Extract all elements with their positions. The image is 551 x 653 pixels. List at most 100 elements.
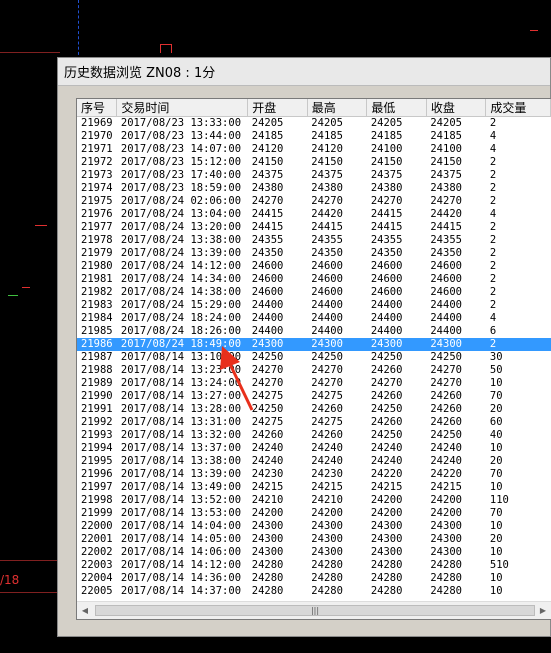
- scroll-left-icon[interactable]: ◀: [80, 606, 90, 616]
- cell-index: 22005: [81, 585, 113, 597]
- cell-open: 24300: [247, 338, 308, 351]
- table-row[interactable]: 21989 2017/08/14 13:24:00 24270 24270 24270 2…: [77, 377, 551, 390]
- table-row[interactable]: 21974 2017/08/23 18:59:00 24380 24380 24380 2…: [77, 182, 551, 195]
- table-row[interactable]: 21991 2017/08/14 13:28:00 24250 24260 24250 2…: [77, 403, 551, 416]
- chart-grid-line: [0, 560, 57, 561]
- cell-close: 24380: [430, 182, 462, 194]
- cell-open: 24250: [251, 351, 284, 363]
- table-row[interactable]: 21975 2017/08/24 02:06:00 24270 24270 24270 2…: [77, 195, 551, 208]
- scroll-right-icon[interactable]: ▶: [538, 606, 548, 616]
- cell-low: 24400: [370, 325, 403, 337]
- cell-high: 24270: [311, 364, 343, 376]
- table-row[interactable]: 21976 2017/08/24 13:04:00 24415 24420 24415 2…: [77, 208, 551, 221]
- table-row[interactable]: 21983 2017/08/24 15:29:00 24400 24400 24400 2…: [77, 299, 551, 312]
- cell-close: 24270: [430, 364, 462, 376]
- table-row[interactable]: 21969 2017/08/23 13:33:00 24205 24205 24205 2…: [77, 117, 551, 131]
- cell-index: 21990: [81, 390, 113, 402]
- table-row[interactable]: 21985 2017/08/24 18:26:00 24400 24400 24400 2…: [77, 325, 551, 338]
- cell-low: 24600: [370, 273, 403, 285]
- table-row[interactable]: 22000 2017/08/14 14:04:00 24300 24300 24300 2…: [77, 520, 551, 533]
- column-header-high[interactable]: 最高: [307, 99, 368, 117]
- table-row[interactable]: 22004 2017/08/14 14:36:00 24280 24280 24280 2…: [77, 572, 551, 585]
- cell-low: 24300: [366, 338, 427, 351]
- table-row[interactable]: 21998 2017/08/14 13:52:00 24210 24210 24200 2…: [77, 494, 551, 507]
- table-row[interactable]: 22005 2017/08/14 14:37:00 24280 24280 24280 2…: [77, 585, 551, 598]
- table-row[interactable]: 21994 2017/08/14 13:37:00 24240 24240 24240 2…: [77, 442, 551, 455]
- cell-low: 24280: [370, 559, 403, 571]
- table-row[interactable]: 21982 2017/08/24 14:38:00 24600 24600 24600 2…: [77, 286, 551, 299]
- table-row[interactable]: 21977 2017/08/24 13:20:00 24415 24415 24415 2…: [77, 221, 551, 234]
- cell-low: 24150: [370, 156, 403, 168]
- cell-time: 2017/08/14 13:23:00: [120, 364, 242, 376]
- cell-volume: 30: [489, 351, 503, 363]
- table-row[interactable]: 21996 2017/08/14 13:39:00 24230 24230 24220 2…: [77, 468, 551, 481]
- table-row[interactable]: 21988 2017/08/14 13:23:00 24270 24270 24260 2…: [77, 364, 551, 377]
- table-row[interactable]: 22003 2017/08/14 14:12:00 24280 24280 24280 2…: [77, 559, 551, 572]
- table-row[interactable]: 21981 2017/08/24 14:34:00 24600 24600 24600 2…: [77, 273, 551, 286]
- cell-open: 24380: [251, 182, 284, 194]
- column-header-low[interactable]: 最低: [366, 99, 427, 117]
- cell-open: 24400: [251, 325, 284, 337]
- table-row[interactable]: 21971 2017/08/23 14:07:00 24120 24120 24100 2…: [77, 143, 551, 156]
- cell-time: 2017/08/24 13:20:00: [120, 221, 242, 233]
- cell-close: 24240: [430, 455, 462, 467]
- table-row[interactable]: 21979 2017/08/24 13:39:00 24350 24350 24350 2…: [77, 247, 551, 260]
- cell-volume: 70: [489, 468, 503, 480]
- cell-close: 24400: [430, 299, 462, 311]
- table-row[interactable]: 21970 2017/08/23 13:44:00 24185 24185 24185 2…: [77, 130, 551, 143]
- scrollbar-thumb[interactable]: |||: [95, 605, 535, 616]
- cell-high: 24355: [311, 234, 343, 246]
- cell-high: 24240: [311, 442, 343, 454]
- cell-index: 21971: [81, 143, 113, 155]
- table-row[interactable]: 21973 2017/08/23 17:40:00 24375 24375 24375 2…: [77, 169, 551, 182]
- cell-low: 24270: [370, 195, 403, 207]
- table-row[interactable]: 21990 2017/08/14 13:27:00 24275 24275 24260 2…: [77, 390, 551, 403]
- table-row[interactable]: 21972 2017/08/23 15:12:00 24150 24150 24150 2…: [77, 156, 551, 169]
- history-data-window[interactable]: 历史数据浏览 ZN08 : 1分 序号 交易时间 开盘 最高 最低 收盘 成交量…: [57, 57, 551, 637]
- table-row[interactable]: 21995 2017/08/14 13:38:00 24240 24240 24240 2…: [77, 455, 551, 468]
- cell-open: 24270: [251, 377, 284, 389]
- table-row[interactable]: 21986 2017/08/24 18:49:00 24300 24300 24300 2…: [77, 338, 551, 351]
- cell-low: 24100: [370, 143, 403, 155]
- cell-open: 24400: [251, 312, 284, 324]
- cell-volume: 2: [489, 156, 497, 168]
- cell-volume: 4: [489, 208, 497, 220]
- column-header-close[interactable]: 收盘: [426, 99, 487, 117]
- horizontal-scrollbar[interactable]: ◀ ||| ▶: [77, 601, 551, 619]
- cell-close: 24200: [430, 494, 462, 506]
- cell-time: 2017/08/14 14:04:00: [120, 520, 242, 532]
- table-row[interactable]: 21993 2017/08/14 13:32:00 24260 24260 24250 2…: [77, 429, 551, 442]
- cell-time: 2017/08/23 13:44:00: [120, 130, 242, 142]
- column-header-open[interactable]: 开盘: [247, 99, 308, 117]
- cell-close: 24205: [430, 117, 462, 129]
- cell-volume: 2: [489, 234, 497, 246]
- cell-index: 21996: [81, 468, 113, 480]
- cell-volume: 2: [489, 260, 497, 272]
- table-row[interactable]: 21984 2017/08/24 18:24:00 24400 24400 24400 2…: [77, 312, 551, 325]
- cell-high: 24280: [311, 572, 343, 584]
- cell-open: 24270: [251, 195, 284, 207]
- cell-high: 24150: [311, 156, 343, 168]
- cell-close: 24600: [430, 286, 462, 298]
- data-grid[interactable]: 序号 交易时间 开盘 最高 最低 收盘 成交量 21969 2017/08/23 …: [76, 98, 551, 620]
- table-row[interactable]: 21987 2017/08/14 13:10:00 24250 24250 24250 2…: [77, 351, 551, 364]
- chart-tick: [22, 287, 30, 288]
- table-row[interactable]: 21992 2017/08/14 13:31:00 24275 24275 24260 2…: [77, 416, 551, 429]
- column-header-volume[interactable]: 成交量: [485, 99, 551, 117]
- column-header-index[interactable]: 序号: [77, 99, 118, 117]
- table-row[interactable]: 22002 2017/08/14 14:06:00 24300 24300 24300 2…: [77, 546, 551, 559]
- table-row[interactable]: 21997 2017/08/14 13:49:00 24215 24215 24215 2…: [77, 481, 551, 494]
- cell-time: 2017/08/24 13:04:00: [120, 208, 242, 220]
- table-row[interactable]: 21978 2017/08/24 13:38:00 24355 24355 24355 2…: [77, 234, 551, 247]
- window-titlebar[interactable]: 历史数据浏览 ZN08 : 1分: [58, 58, 550, 86]
- column-header-time[interactable]: 交易时间: [116, 99, 249, 117]
- cell-open: 24205: [251, 117, 284, 129]
- table-row[interactable]: 21980 2017/08/24 14:12:00 24600 24600 24600 2…: [77, 260, 551, 273]
- chart-tick: [35, 225, 47, 226]
- cell-low: 24400: [370, 299, 403, 311]
- table-row[interactable]: 21999 2017/08/14 13:53:00 24200 24200 24200 2…: [77, 507, 551, 520]
- cell-time: 2017/08/24 14:34:00: [120, 273, 242, 285]
- table-row[interactable]: 22001 2017/08/14 14:05:00 24300 24300 24300 2…: [77, 533, 551, 546]
- cell-index: 21988: [81, 364, 113, 376]
- cell-high: 24300: [307, 338, 367, 351]
